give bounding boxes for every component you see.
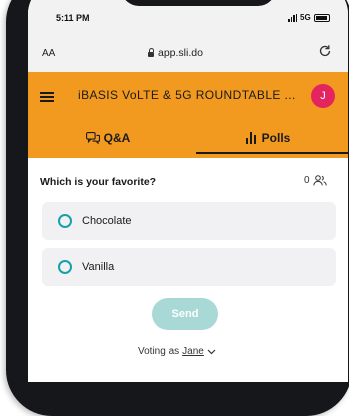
phone-frame: 5:11 PM 5G AA app.sli.do iBASIS VoLTE & … (6, 0, 349, 416)
participant-count: 0 (304, 175, 327, 186)
user-avatar[interactable]: J (311, 84, 335, 108)
poll-option-label: Chocolate (82, 215, 132, 227)
status-indicators: 5G (288, 13, 330, 22)
people-icon (312, 175, 327, 186)
lock-icon (148, 48, 154, 57)
voter-name[interactable]: Jane (182, 346, 204, 357)
url-text: app.sli.do (158, 47, 203, 59)
voting-as[interactable]: Voting as Jane (138, 346, 216, 357)
status-time: 5:11 PM (56, 13, 90, 23)
tab-polls-label: Polls (261, 131, 291, 145)
text-size-button[interactable]: AA (42, 48, 55, 59)
poll-option-vanilla[interactable]: Vanilla (42, 248, 336, 286)
chat-bubbles-icon (85, 132, 100, 144)
app-header: iBASIS VoLTE & 5G ROUNDTABLE ... J Q&A P… (28, 72, 348, 158)
tab-qa[interactable]: Q&A (28, 118, 188, 158)
battery-icon (313, 13, 330, 22)
participant-count-value: 0 (304, 175, 310, 186)
tab-qa-label: Q&A (103, 131, 131, 145)
phone-screen: 5:11 PM 5G AA app.sli.do iBASIS VoLTE & … (28, 0, 348, 382)
radio-button[interactable] (58, 260, 72, 274)
browser-url-bar[interactable]: AA app.sli.do (28, 26, 348, 73)
radio-button[interactable] (58, 214, 72, 228)
chevron-down-icon[interactable] (207, 349, 216, 355)
tab-bar: Q&A Polls (28, 118, 348, 158)
tab-polls[interactable]: Polls (188, 118, 348, 158)
hamburger-menu-icon[interactable] (40, 92, 54, 102)
send-button[interactable]: Send (152, 298, 218, 330)
network-label: 5G (300, 13, 311, 22)
signal-icon (288, 13, 297, 22)
poll-option-chocolate[interactable]: Chocolate (42, 202, 336, 240)
address-field[interactable]: app.sli.do (148, 47, 203, 59)
bar-chart-icon (245, 132, 256, 144)
voting-as-prefix: Voting as (138, 346, 180, 357)
reload-icon[interactable] (318, 44, 332, 58)
event-title: iBASIS VoLTE & 5G ROUNDTABLE ... (78, 88, 296, 102)
poll-question: Which is your favorite? (40, 176, 157, 188)
phone-notch (121, 0, 276, 6)
poll-option-label: Vanilla (82, 261, 115, 273)
